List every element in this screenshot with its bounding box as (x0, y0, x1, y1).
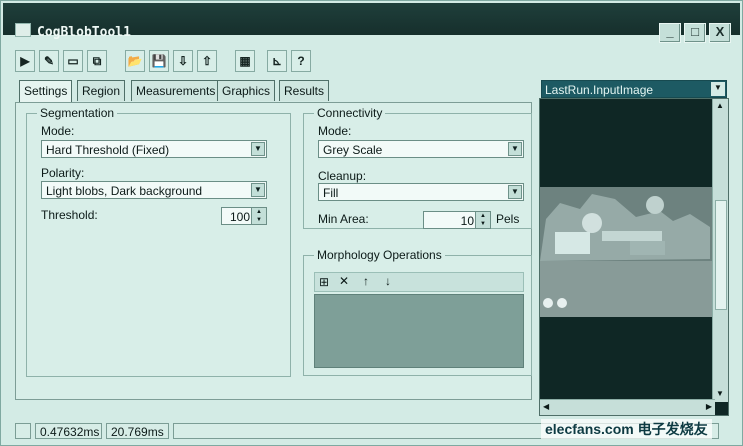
open-folder-icon[interactable]: 📂 (125, 50, 145, 72)
min-area-value: 10 (460, 214, 474, 228)
status-icon (15, 423, 31, 439)
dropdown-arrow-icon[interactable]: ▼ (251, 142, 265, 156)
run-icon[interactable]: ▶ (15, 50, 35, 72)
seg-mode-select[interactable]: Hard Threshold (Fixed) ▼ (41, 140, 267, 158)
move-up-icon[interactable]: ↑ (363, 274, 369, 288)
morphology-list[interactable] (314, 294, 524, 368)
spinner-arrows-icon[interactable]: ▲ ▼ (475, 212, 490, 228)
morphology-group: Morphology Operations ⊞ ✕ ↑ ↓ (303, 248, 532, 376)
dropdown-arrow-icon[interactable]: ▼ (508, 185, 522, 199)
polarity-label: Polarity: (41, 166, 85, 180)
horizontal-scrollbar[interactable]: ◀ ▶ (540, 399, 715, 415)
pen-icon[interactable]: ✎ (39, 50, 59, 72)
help-icon[interactable]: ? (291, 50, 311, 72)
vertical-scroll-thumb[interactable] (715, 200, 727, 310)
segmentation-group: Segmentation Mode: Hard Threshold (Fixed… (26, 106, 291, 377)
morphology-toolbar: ⊞ ✕ ↑ ↓ (314, 272, 524, 292)
seg-mode-label: Mode: (41, 124, 75, 138)
threshold-label: Threshold: (41, 208, 98, 222)
cleanup-label: Cleanup: (318, 169, 367, 183)
conn-mode-select[interactable]: Grey Scale ▼ (318, 140, 524, 158)
app-icon (15, 23, 31, 37)
tab-results[interactable]: Results (279, 80, 330, 101)
import-icon[interactable]: ⇩ (173, 50, 193, 72)
min-area-label: Min Area: (318, 212, 369, 226)
tab-measurements[interactable]: Measurements (131, 80, 221, 101)
status-time-1: 0.47632ms (35, 423, 102, 439)
calculator-icon[interactable]: ▦ (235, 50, 255, 72)
scroll-down-icon[interactable]: ▼ (716, 389, 724, 398)
conn-mode-value: Grey Scale (323, 143, 383, 157)
move-down-icon[interactable]: ↓ (385, 274, 391, 288)
conn-mode-label: Mode: (318, 124, 352, 138)
add-icon[interactable]: ⊞ (319, 275, 329, 289)
image-selector[interactable]: LastRun.InputImage ▼ (541, 80, 727, 98)
scroll-right-icon[interactable]: ▶ (706, 402, 712, 411)
cleanup-value: Fill (323, 186, 339, 200)
polarity-value: Light blobs, Dark background (46, 184, 203, 198)
image-display[interactable]: ▲ ▼ ◀ ▶ (539, 98, 729, 416)
minimize-button[interactable]: _ (659, 23, 681, 43)
settings-panel: Segmentation Mode: Hard Threshold (Fixed… (15, 102, 532, 400)
maximize-button[interactable]: □ (684, 23, 706, 43)
cog-blob-tool-window: CogBlobTool1 _ □ X ▶ ✎ ▭ ⧉ 📂 💾 ⇩ ⇧ ▦ ⊾ ?… (0, 0, 743, 446)
copy-icon[interactable]: ⧉ (87, 50, 107, 72)
export-icon[interactable]: ⇧ (197, 50, 217, 72)
window-title: CogBlobTool1 (37, 25, 131, 40)
pels-unit-label: Pels (496, 212, 520, 226)
save-icon[interactable]: 💾 (149, 50, 169, 72)
dropdown-arrow-icon[interactable]: ▼ (711, 82, 725, 96)
tab-settings[interactable]: Settings (19, 80, 73, 104)
seg-mode-value: Hard Threshold (Fixed) (46, 143, 170, 157)
polarity-select[interactable]: Light blobs, Dark background ▼ (41, 181, 267, 199)
spinner-arrows-icon[interactable]: ▲ ▼ (251, 208, 266, 224)
morphology-label: Morphology Operations (314, 248, 445, 262)
vertical-scrollbar[interactable]: ▲ ▼ (712, 99, 728, 402)
dropdown-arrow-icon[interactable]: ▼ (508, 142, 522, 156)
min-area-spinner[interactable]: 10 ▲ ▼ (423, 211, 491, 229)
title-bar: CogBlobTool1 _ □ X (3, 3, 740, 43)
display-icon[interactable]: ▭ (63, 50, 83, 72)
tab-graphics[interactable]: Graphics (217, 80, 276, 101)
chart-icon[interactable]: ⊾ (267, 50, 287, 72)
selected-image: LastRun.InputImage (545, 83, 654, 97)
connectivity-label: Connectivity (314, 106, 386, 120)
threshold-value: 100 (229, 210, 250, 224)
threshold-spinner[interactable]: 100 ▲ ▼ (221, 207, 267, 225)
segmentation-label: Segmentation (37, 106, 118, 120)
dropdown-arrow-icon[interactable]: ▼ (251, 183, 265, 197)
connectivity-group: Connectivity Mode: Grey Scale ▼ Cleanup:… (303, 106, 532, 229)
cleanup-select[interactable]: Fill ▼ (318, 183, 524, 201)
watermark: elecfans.com 电子发烧友 (541, 419, 712, 439)
delete-icon[interactable]: ✕ (339, 274, 349, 288)
input-image (540, 99, 714, 401)
status-time-2: 20.769ms (106, 423, 169, 439)
close-button[interactable]: X (709, 23, 731, 43)
scroll-left-icon[interactable]: ◀ (543, 402, 549, 411)
scroll-up-icon[interactable]: ▲ (716, 101, 724, 110)
tab-region[interactable]: Region (77, 80, 126, 101)
